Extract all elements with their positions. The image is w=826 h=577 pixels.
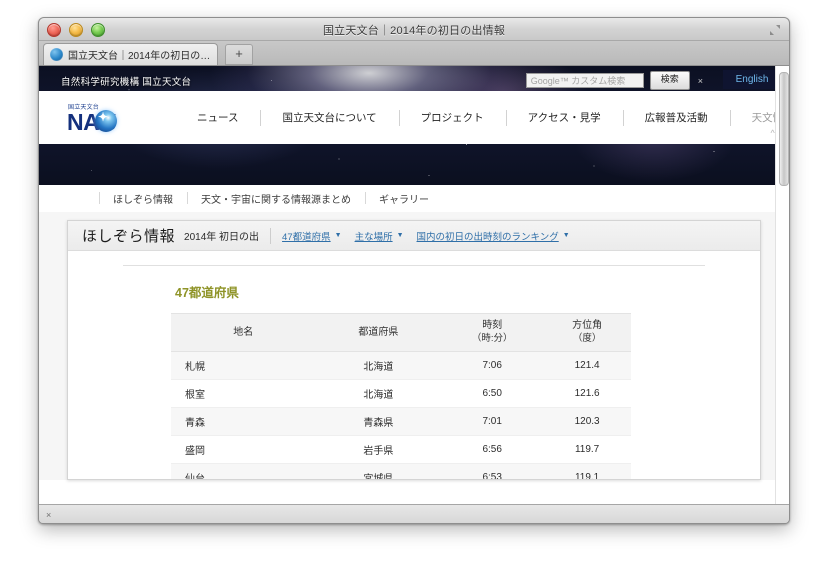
column-header-azimuth-unit: （度）: [572, 333, 602, 344]
column-header-azimuth: 方位角 （度）: [543, 313, 631, 352]
window-title: 国立天文台｜2014年の初日の出情報: [322, 25, 506, 37]
dropdown-ranking-label[interactable]: 国内の初日の出時刻のランキング: [417, 229, 559, 243]
cell-prefecture: 北海道: [315, 351, 442, 380]
cell-time: 7:01: [441, 407, 544, 436]
cell-time: 6:53: [441, 463, 544, 479]
dropdown-prefectures-label[interactable]: 47都道府県: [282, 229, 331, 243]
dropdown-major-places-caret-icon[interactable]: ▼: [397, 232, 404, 239]
page-title: ほしぞら情報: [82, 229, 176, 245]
nav-item-outreach[interactable]: 広報普及活動: [623, 110, 730, 125]
cell-prefecture: 北海道: [315, 379, 442, 408]
search-clear-icon[interactable]: ×: [696, 76, 705, 86]
nav-item-access[interactable]: アクセス・見学: [506, 110, 623, 125]
nav-item-projects[interactable]: プロジェクト: [399, 110, 506, 125]
table-head: 地名 都道府県 時刻 （時:分） 方位角 （度）: [171, 313, 631, 352]
main-navbar: 国立天文台 NA J ✦ ニュース 国立天文台について プロジェクト アクセス・…: [39, 91, 789, 144]
cell-name: 札幌: [171, 351, 316, 380]
cell-name: 盛岡: [171, 435, 316, 464]
cell-name: 根室: [171, 379, 316, 408]
cell-name: 仙台: [171, 463, 316, 479]
sunrise-table: 地名 都道府県 時刻 （時:分） 方位角 （度） 札幌 北海道 7:06 121…: [171, 313, 631, 479]
column-header-time-unit: （時:分）: [471, 333, 513, 344]
cell-azimuth: 121.4: [543, 351, 631, 380]
page-scrollbar[interactable]: [775, 66, 789, 504]
column-header-time: 時刻 （時:分）: [441, 313, 544, 352]
cell-prefecture: 青森県: [315, 407, 442, 436]
english-language-link[interactable]: English: [723, 70, 781, 89]
cell-prefecture: 宮城県: [315, 463, 442, 479]
logo-wordmark: NA J ✦: [67, 110, 153, 134]
column-header-time-label: 時刻: [482, 320, 503, 331]
search-input[interactable]: Google™ カスタム検索: [525, 73, 644, 88]
column-header-azimuth-label: 方位角: [572, 320, 603, 331]
naoj-logo[interactable]: 国立天文台 NA J ✦: [67, 102, 153, 134]
browser-window: 国立天文台｜2014年の初日の出情報 国立天文台｜2014年の初日の出情報 + …: [38, 17, 790, 524]
page-viewport: 自然科学研究機構 国立天文台 Google™ カスタム検索 検索 × Engli…: [39, 66, 789, 504]
dropdown-major-places-label[interactable]: 主な場所: [355, 229, 393, 243]
panel-header: ほしぞら情報 2014年 初日の出 47都道府県 ▼ 主な場所 ▼ 国内の初日の…: [68, 221, 760, 251]
cell-name: 青森: [171, 407, 316, 436]
dropdown-prefectures-caret-icon[interactable]: ▼: [335, 232, 342, 239]
cell-time: 6:56: [441, 435, 544, 464]
organization-line: 自然科学研究機構 国立天文台: [61, 77, 192, 88]
tab-title: 国立天文台｜2014年の初日の出情報: [68, 51, 211, 62]
subnav-item-resources[interactable]: 天文・宇宙に関する情報源まとめ: [187, 191, 365, 206]
table-header-row: 地名 都道府県 時刻 （時:分） 方位角 （度）: [171, 313, 631, 352]
window-titlebar[interactable]: 国立天文台｜2014年の初日の出情報: [39, 18, 789, 41]
nav-links: ニュース 国立天文台について プロジェクト アクセス・見学 広報普及活動 天文情…: [175, 110, 789, 138]
section-heading: 47都道府県: [175, 286, 239, 300]
tab-strip: 国立天文台｜2014年の初日の出情報 +: [39, 41, 789, 66]
table-row: 盛岡 岩手県 6:56 119.7: [171, 435, 631, 464]
page-subtitle: 2014年 初日の出: [184, 232, 260, 243]
naoj-favicon: [50, 48, 63, 61]
dropdown-ranking-caret-icon[interactable]: ▼: [563, 232, 570, 239]
panel-body: 47都道府県 地名 都道府県 時刻 （時:分） 方位角 （度） 札幌 北海道 7…: [68, 251, 760, 479]
cell-time: 6:50: [441, 379, 544, 408]
table-row: 根室 北海道 6:50 121.6: [171, 379, 631, 408]
page-scrollbar-thumb[interactable]: [778, 72, 789, 186]
new-tab-button[interactable]: +: [225, 44, 253, 65]
table-body: 札幌 北海道 7:06 121.4 根室 北海道 6:50 121.6 青森 青…: [171, 351, 631, 479]
cell-azimuth: 119.1: [543, 463, 631, 479]
site-hero: 自然科学研究機構 国立天文台 Google™ カスタム検索 検索 × Engli…: [39, 66, 789, 185]
subnav-item-hoshizora[interactable]: ほしぞら情報: [99, 191, 187, 206]
sub-navbar: ほしぞら情報 天文・宇宙に関する情報源まとめ ギャラリー: [39, 185, 789, 212]
content-panel: ほしぞら情報 2014年 初日の出 47都道府県 ▼ 主な場所 ▼ 国内の初日の…: [67, 220, 761, 480]
cell-azimuth: 120.3: [543, 407, 631, 436]
nav-item-about[interactable]: 国立天文台について: [260, 110, 398, 125]
column-header-name: 地名: [171, 313, 316, 352]
logo-sparkle-icon: ✦: [98, 110, 108, 124]
screenshot-root: 国立天文台｜2014年の初日の出情報 国立天文台｜2014年の初日の出情報 + …: [0, 0, 826, 577]
table-row: 仙台 宮城県 6:53 119.1: [171, 463, 631, 479]
subnav-item-gallery[interactable]: ギャラリー: [365, 191, 443, 206]
site-search: Google™ カスタム検索 検索 ×: [525, 71, 705, 90]
browser-bottom-bar: ×: [39, 504, 789, 523]
cell-prefecture: 岩手県: [315, 435, 442, 464]
header-divider: [270, 227, 272, 244]
column-header-prefecture: 都道府県: [315, 313, 442, 352]
cell-azimuth: 119.7: [543, 435, 631, 464]
fullscreen-icon[interactable]: [769, 23, 781, 35]
cell-time: 7:06: [441, 351, 544, 380]
bottom-bar-close-icon[interactable]: ×: [46, 510, 51, 520]
table-row: 青森 青森県 7:01 120.3: [171, 407, 631, 436]
content-area: ほしぞら情報 2014年 初日の出 47都道府県 ▼ 主な場所 ▼ 国内の初日の…: [39, 212, 789, 480]
nav-item-news[interactable]: ニュース: [175, 110, 260, 125]
browser-tab[interactable]: 国立天文台｜2014年の初日の出情報: [43, 43, 218, 65]
section-divider: [123, 265, 705, 266]
search-button[interactable]: 検索: [649, 71, 690, 90]
table-row: 札幌 北海道 7:06 121.4: [171, 351, 631, 380]
cell-azimuth: 121.6: [543, 379, 631, 408]
